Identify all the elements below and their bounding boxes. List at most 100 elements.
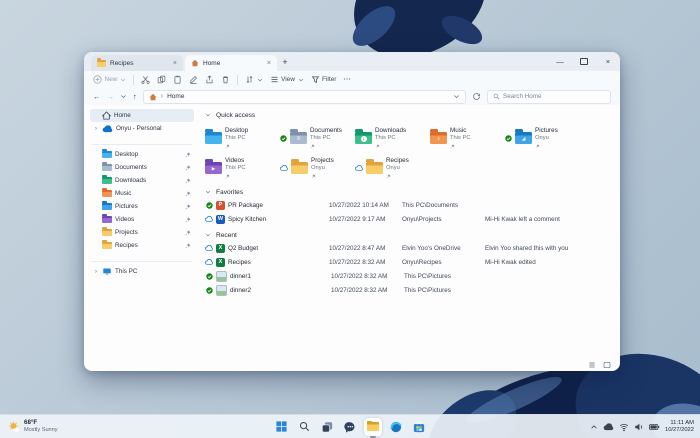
- section-favorites[interactable]: Favorites: [205, 186, 620, 198]
- taskbar-apps: [272, 415, 428, 438]
- address-dropdown-icon[interactable]: [453, 93, 460, 100]
- refresh-button[interactable]: [472, 92, 481, 101]
- sidebar-item-onedrive[interactable]: Onyu - Personal: [90, 122, 194, 135]
- collapse-chevron-icon[interactable]: [205, 232, 211, 238]
- forward-button[interactable]: →: [107, 93, 115, 101]
- section-label: Favorites: [216, 188, 244, 196]
- tile-downloads[interactable]: DownloadsThis PC: [355, 123, 430, 153]
- onedrive-tray-icon[interactable]: [603, 422, 614, 431]
- breadcrumb[interactable]: › Home: [142, 89, 466, 104]
- close-button[interactable]: ×: [596, 57, 620, 66]
- file-row-pr-package[interactable]: PR Package 10/27/2022 10:14 AM This PC\D…: [205, 198, 620, 212]
- file-row-spicy-kitchen[interactable]: Spicy Kitchen 10/27/2022 9:17 AM Onyu\Pr…: [205, 212, 620, 226]
- large-thumbnails-view-button[interactable]: [603, 361, 611, 369]
- details-view-button[interactable]: [588, 361, 596, 369]
- pin-icon: [450, 143, 455, 148]
- file-row-dinner1[interactable]: dinner1 10/27/2022 8:32 AM This PC\Pictu…: [205, 269, 620, 283]
- new-button[interactable]: New: [93, 75, 126, 84]
- search-button[interactable]: [295, 418, 313, 436]
- collapse-chevron-icon[interactable]: [205, 112, 211, 118]
- tile-videos[interactable]: VideosThis PC: [205, 153, 280, 183]
- start-button[interactable]: [272, 418, 290, 436]
- weather-widget[interactable]: 68°F Mostly Sunny: [8, 415, 58, 438]
- wifi-icon[interactable]: [619, 422, 629, 432]
- view-button[interactable]: View: [270, 75, 304, 84]
- section-quick-access[interactable]: Quick access: [205, 109, 620, 121]
- pin-icon: [535, 143, 540, 148]
- hidden-icons-chevron[interactable]: [590, 423, 598, 431]
- more-options-button[interactable]: ···: [343, 76, 351, 83]
- filter-button[interactable]: Filter: [311, 75, 336, 84]
- up-button[interactable]: ↑: [133, 93, 137, 101]
- monitor-icon: [103, 268, 111, 275]
- edge-button[interactable]: [387, 418, 405, 436]
- sidebar-item-label: Documents: [115, 164, 147, 171]
- battery-icon[interactable]: [649, 422, 660, 432]
- chevron-down-icon: [121, 78, 126, 81]
- task-view-button[interactable]: [318, 418, 336, 436]
- collapse-chevron-icon[interactable]: [205, 189, 211, 195]
- tile-recipes[interactable]: Recipes Onyu: [355, 153, 430, 183]
- tab-home[interactable]: Home ×: [185, 55, 277, 71]
- file-row-dinner2[interactable]: dinner2 10/27/2022 8:32 AM This PC\Pictu…: [205, 283, 620, 297]
- new-tab-button[interactable]: +: [277, 54, 293, 70]
- sidebar-item-pictures[interactable]: Pictures: [90, 200, 194, 213]
- file-row-q2-budget[interactable]: Q2 Budget 10/27/2022 8:47 AM Elvin Yoo's…: [205, 241, 620, 255]
- store-button[interactable]: [410, 418, 428, 436]
- minimize-button[interactable]: —: [548, 57, 572, 66]
- paste-button[interactable]: [173, 75, 182, 84]
- documents-folder-icon: [290, 129, 307, 145]
- file-explorer-icon: [367, 420, 379, 431]
- sidebar-item-this-pc[interactable]: This PC: [90, 265, 194, 278]
- close-tab-icon[interactable]: ×: [261, 60, 271, 67]
- command-toolbar: New View Filter ···: [84, 71, 620, 88]
- delete-button[interactable]: [221, 75, 230, 84]
- tile-desktop[interactable]: Desktop This PC: [205, 123, 280, 153]
- sidebar-item-recipes[interactable]: Recipes: [90, 239, 194, 252]
- search-input[interactable]: Search Home: [487, 89, 611, 104]
- rename-button[interactable]: [189, 75, 198, 84]
- close-tab-icon[interactable]: ×: [167, 60, 177, 67]
- file-explorer-button[interactable]: [364, 417, 382, 436]
- cloud-status-icon: [205, 245, 213, 251]
- pin-icon: [185, 217, 191, 222]
- clock[interactable]: 11:11 AM 10/27/2022: [665, 420, 694, 434]
- home-icon: [102, 111, 111, 120]
- copy-button[interactable]: [157, 75, 166, 84]
- sidebar-item-videos[interactable]: Videos: [90, 213, 194, 226]
- expand-icon[interactable]: [93, 125, 99, 132]
- downloads-folder-icon: [355, 129, 372, 145]
- sun-cloud-icon: [9, 421, 20, 432]
- sidebar-item-documents[interactable]: Documents: [90, 161, 194, 174]
- pin-icon: [386, 173, 391, 178]
- sidebar-item-home[interactable]: Home: [90, 109, 194, 122]
- tile-pictures[interactable]: PicturesOnyu: [505, 123, 580, 153]
- tile-documents[interactable]: DocumentsThis PC: [280, 123, 355, 153]
- tile-music[interactable]: MusicThis PC: [430, 123, 505, 153]
- recent-locations-icon[interactable]: [120, 93, 127, 100]
- section-label: Recent: [216, 231, 237, 239]
- folder-icon: [97, 58, 106, 67]
- section-recent[interactable]: Recent: [205, 229, 620, 241]
- pin-icon: [185, 178, 191, 183]
- sidebar-item-downloads[interactable]: Downloads: [90, 174, 194, 187]
- search-icon: [493, 93, 500, 100]
- tile-projects[interactable]: Projects Onyu: [280, 153, 355, 183]
- chat-button[interactable]: [341, 418, 359, 436]
- videos-folder-icon: [205, 159, 222, 175]
- sidebar-item-projects[interactable]: Projects: [90, 226, 194, 239]
- image-file-icon: [216, 284, 227, 296]
- sidebar-item-music[interactable]: Music: [90, 187, 194, 200]
- task-view-icon: [321, 421, 333, 432]
- file-row-recipes[interactable]: Recipes 10/27/2022 8:32 AM Onyu\Recipes …: [205, 255, 620, 269]
- sort-button[interactable]: [245, 75, 263, 84]
- back-button[interactable]: ←: [93, 93, 101, 101]
- pin-icon: [310, 143, 315, 148]
- cut-button[interactable]: [141, 75, 150, 84]
- share-button[interactable]: [205, 75, 214, 84]
- expand-icon[interactable]: [93, 268, 99, 275]
- tab-recipes[interactable]: Recipes ×: [91, 55, 183, 71]
- maximize-button[interactable]: [572, 57, 596, 66]
- volume-icon[interactable]: [634, 422, 644, 432]
- sidebar-item-desktop[interactable]: Desktop: [90, 148, 194, 161]
